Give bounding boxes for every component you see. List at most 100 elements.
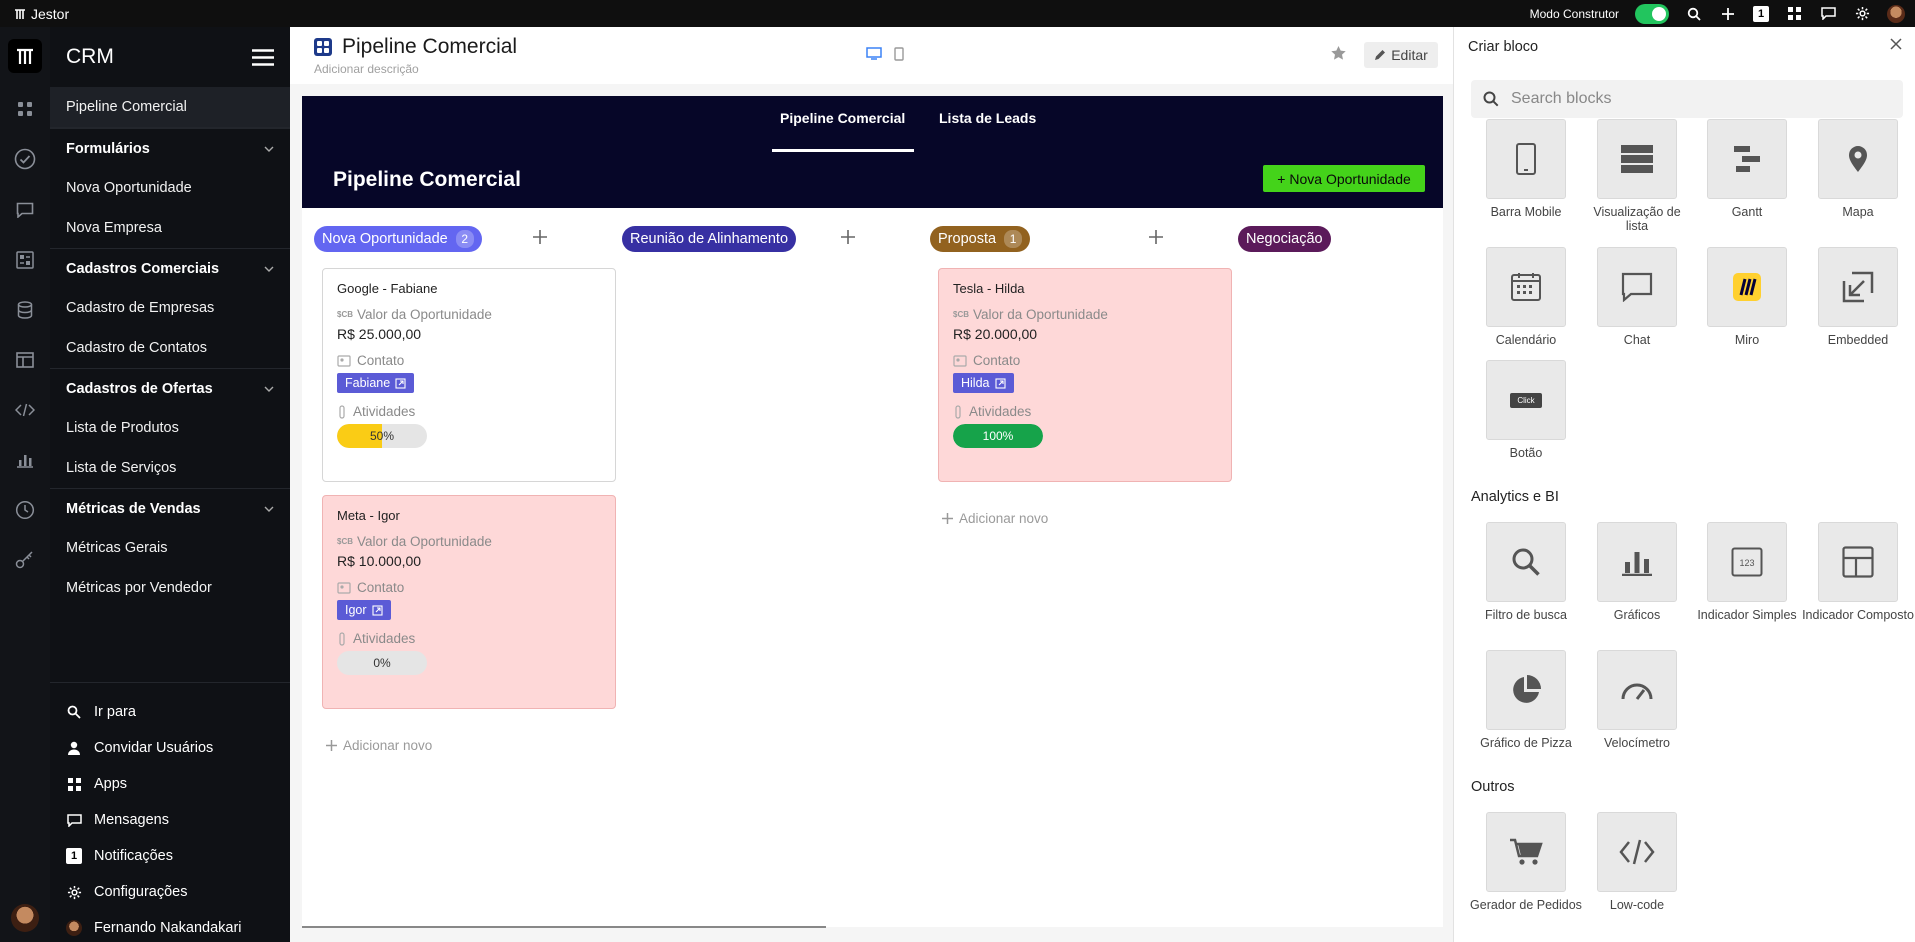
- sidebar-group-cadastros-comerciais[interactable]: Cadastros Comerciais: [50, 248, 290, 288]
- notifications-label: Notificações: [94, 848, 173, 864]
- tab-pipeline-comercial[interactable]: Pipeline Comercial: [780, 110, 905, 126]
- brand[interactable]: Jestor: [0, 6, 69, 22]
- sidebar-item-lista-servicos[interactable]: Lista de Serviços: [50, 448, 290, 488]
- history-icon[interactable]: [13, 498, 37, 522]
- gear-icon[interactable]: [1853, 5, 1871, 23]
- apps-grid-icon[interactable]: [1785, 5, 1803, 23]
- kanban-card[interactable]: Tesla - Hilda $CB Valor da Oportunidade R…: [938, 268, 1232, 482]
- board-icon[interactable]: [13, 248, 37, 272]
- code-icon[interactable]: [13, 398, 37, 422]
- icon-rail: [0, 27, 50, 942]
- kanban-column-header: Reunião de Alinhamento: [622, 226, 797, 252]
- sidebar-item-nova-oportunidade[interactable]: Nova Oportunidade: [50, 168, 290, 208]
- bar-chart-icon[interactable]: [13, 448, 37, 472]
- block-tile-embedded[interactable]: Embedded: [1802, 247, 1914, 347]
- tile-label: Botão: [1509, 446, 1543, 460]
- sidebar-group-cadastros-ofertas[interactable]: Cadastros de Ofertas: [50, 368, 290, 408]
- contact-name: Fabiane: [345, 376, 391, 390]
- sidebar-item-cadastro-empresas[interactable]: Cadastro de Empresas: [50, 288, 290, 328]
- dashboard-icon: [314, 38, 332, 56]
- horizontal-scrollbar[interactable]: [302, 926, 826, 928]
- star-icon[interactable]: [1330, 45, 1347, 61]
- key-icon[interactable]: [13, 548, 37, 572]
- block-tile-mobile-bar[interactable]: Barra Mobile: [1470, 119, 1582, 219]
- stage-name: Nova Oportunidade: [322, 231, 448, 247]
- add-new-card-link[interactable]: Adicionar novo: [942, 511, 1048, 526]
- tile-label: Gráficos: [1613, 608, 1661, 622]
- sidebar-item-metricas-vendedor[interactable]: Métricas por Vendedor: [50, 568, 290, 608]
- sidebar-item-cadastro-contatos[interactable]: Cadastro de Contatos: [50, 328, 290, 368]
- sidebar-item-nova-empresa[interactable]: Nova Empresa: [50, 208, 290, 248]
- add-card-plus-icon[interactable]: [841, 230, 855, 244]
- add-card-plus-icon[interactable]: [533, 230, 547, 244]
- user-profile-link[interactable]: Fernando Nakandakari: [50, 910, 290, 942]
- add-new-card-link[interactable]: Adicionar novo: [326, 738, 432, 753]
- block-tile-calendar[interactable]: Calendário: [1470, 247, 1582, 347]
- block-tile-order-generator[interactable]: Gerador de Pedidos: [1470, 812, 1582, 912]
- plus-icon[interactable]: [1719, 5, 1737, 23]
- block-tile-button[interactable]: Click Botão: [1470, 360, 1582, 460]
- block-tile-gantt[interactable]: Gantt: [1691, 119, 1803, 219]
- section-title-analytics: Analytics e BI: [1471, 489, 1559, 505]
- chevron-down-icon: [264, 146, 274, 152]
- sidebar-group-metricas-vendas[interactable]: Métricas de Vendas: [50, 488, 290, 528]
- sidebar-group-formularios[interactable]: Formulários: [50, 128, 290, 168]
- activities-progress: 50%: [337, 424, 427, 448]
- search-blocks-input[interactable]: [1511, 90, 1891, 108]
- progress-label: 50%: [369, 429, 395, 443]
- block-tile-map[interactable]: Mapa: [1802, 119, 1914, 219]
- settings-link[interactable]: Configurações: [50, 874, 290, 910]
- search-icon[interactable]: [1685, 5, 1703, 23]
- kanban-card[interactable]: Google - Fabiane $CB Valor da Oportunidad…: [322, 268, 616, 482]
- builder-mode-toggle[interactable]: [1635, 3, 1669, 24]
- user-avatar[interactable]: [11, 904, 39, 932]
- contact-chip[interactable]: Hilda: [953, 373, 1014, 393]
- contact-chip[interactable]: Igor: [337, 600, 391, 620]
- layout-icon[interactable]: [13, 348, 37, 372]
- sidebar-item-lista-produtos[interactable]: Lista de Produtos: [50, 408, 290, 448]
- block-tile-search-filter[interactable]: Filtro de busca: [1470, 522, 1582, 622]
- user-avatar[interactable]: [1887, 4, 1905, 23]
- database-icon[interactable]: [13, 298, 37, 322]
- messages-link[interactable]: Mensagens: [50, 802, 290, 838]
- chat-icon[interactable]: [13, 198, 37, 222]
- hamburger-menu-icon[interactable]: [252, 48, 274, 66]
- block-tile-list-view[interactable]: Visualização de lista: [1581, 119, 1693, 233]
- block-tile-simple-indicator[interactable]: 123 Indicador Simples: [1691, 522, 1803, 622]
- edit-button[interactable]: Editar: [1364, 42, 1438, 68]
- chevron-down-icon: [264, 386, 274, 392]
- block-tile-pie-chart[interactable]: Gráfico de Pizza: [1470, 650, 1582, 750]
- block-tile-miro[interactable]: Miro: [1691, 247, 1803, 347]
- apps-icon[interactable]: [13, 97, 37, 121]
- block-tile-gauge[interactable]: Velocímetro: [1581, 650, 1693, 750]
- jestor-logo-icon[interactable]: [8, 39, 42, 73]
- tab-lista-de-leads[interactable]: Lista de Leads: [939, 110, 1036, 126]
- invite-users-link[interactable]: Convidar Usuários: [50, 730, 290, 766]
- block-tile-charts[interactable]: Gráficos: [1581, 522, 1693, 622]
- page-title[interactable]: Pipeline Comercial: [342, 35, 517, 59]
- tasks-check-icon[interactable]: [13, 147, 37, 171]
- desktop-view-icon[interactable]: [866, 47, 882, 60]
- mobile-view-icon[interactable]: [894, 47, 904, 61]
- search-blocks-field[interactable]: [1471, 80, 1903, 118]
- add-card-plus-icon[interactable]: [1149, 230, 1163, 244]
- page-description[interactable]: Adicionar descrição: [314, 62, 419, 76]
- apps-link[interactable]: Apps: [50, 766, 290, 802]
- active-tab-indicator: [772, 149, 914, 152]
- sidebar-item-metricas-gerais[interactable]: Métricas Gerais: [50, 528, 290, 568]
- activities-icon: [339, 631, 345, 646]
- notifications-link[interactable]: 1 Notificações: [50, 838, 290, 874]
- currency-icon: $CB: [337, 310, 354, 319]
- notification-badge[interactable]: 1: [1753, 5, 1769, 22]
- new-opportunity-button[interactable]: + Nova Oportunidade: [1263, 165, 1425, 192]
- contact-chip[interactable]: Fabiane: [337, 373, 415, 393]
- block-tile-chat[interactable]: Chat: [1581, 247, 1693, 347]
- kanban-card[interactable]: Meta - Igor $CB Valor da Oportunidade R$ …: [322, 495, 616, 709]
- sidebar-item-pipeline-comercial[interactable]: Pipeline Comercial: [50, 87, 290, 127]
- block-tile-low-code[interactable]: Low-code: [1581, 812, 1693, 912]
- close-icon[interactable]: [1889, 37, 1903, 51]
- messages-icon[interactable]: [1819, 5, 1837, 23]
- field-label: Atividades: [353, 404, 416, 419]
- goto-link[interactable]: Ir para: [50, 694, 290, 730]
- block-tile-composite-indicator[interactable]: Indicador Composto: [1802, 522, 1914, 622]
